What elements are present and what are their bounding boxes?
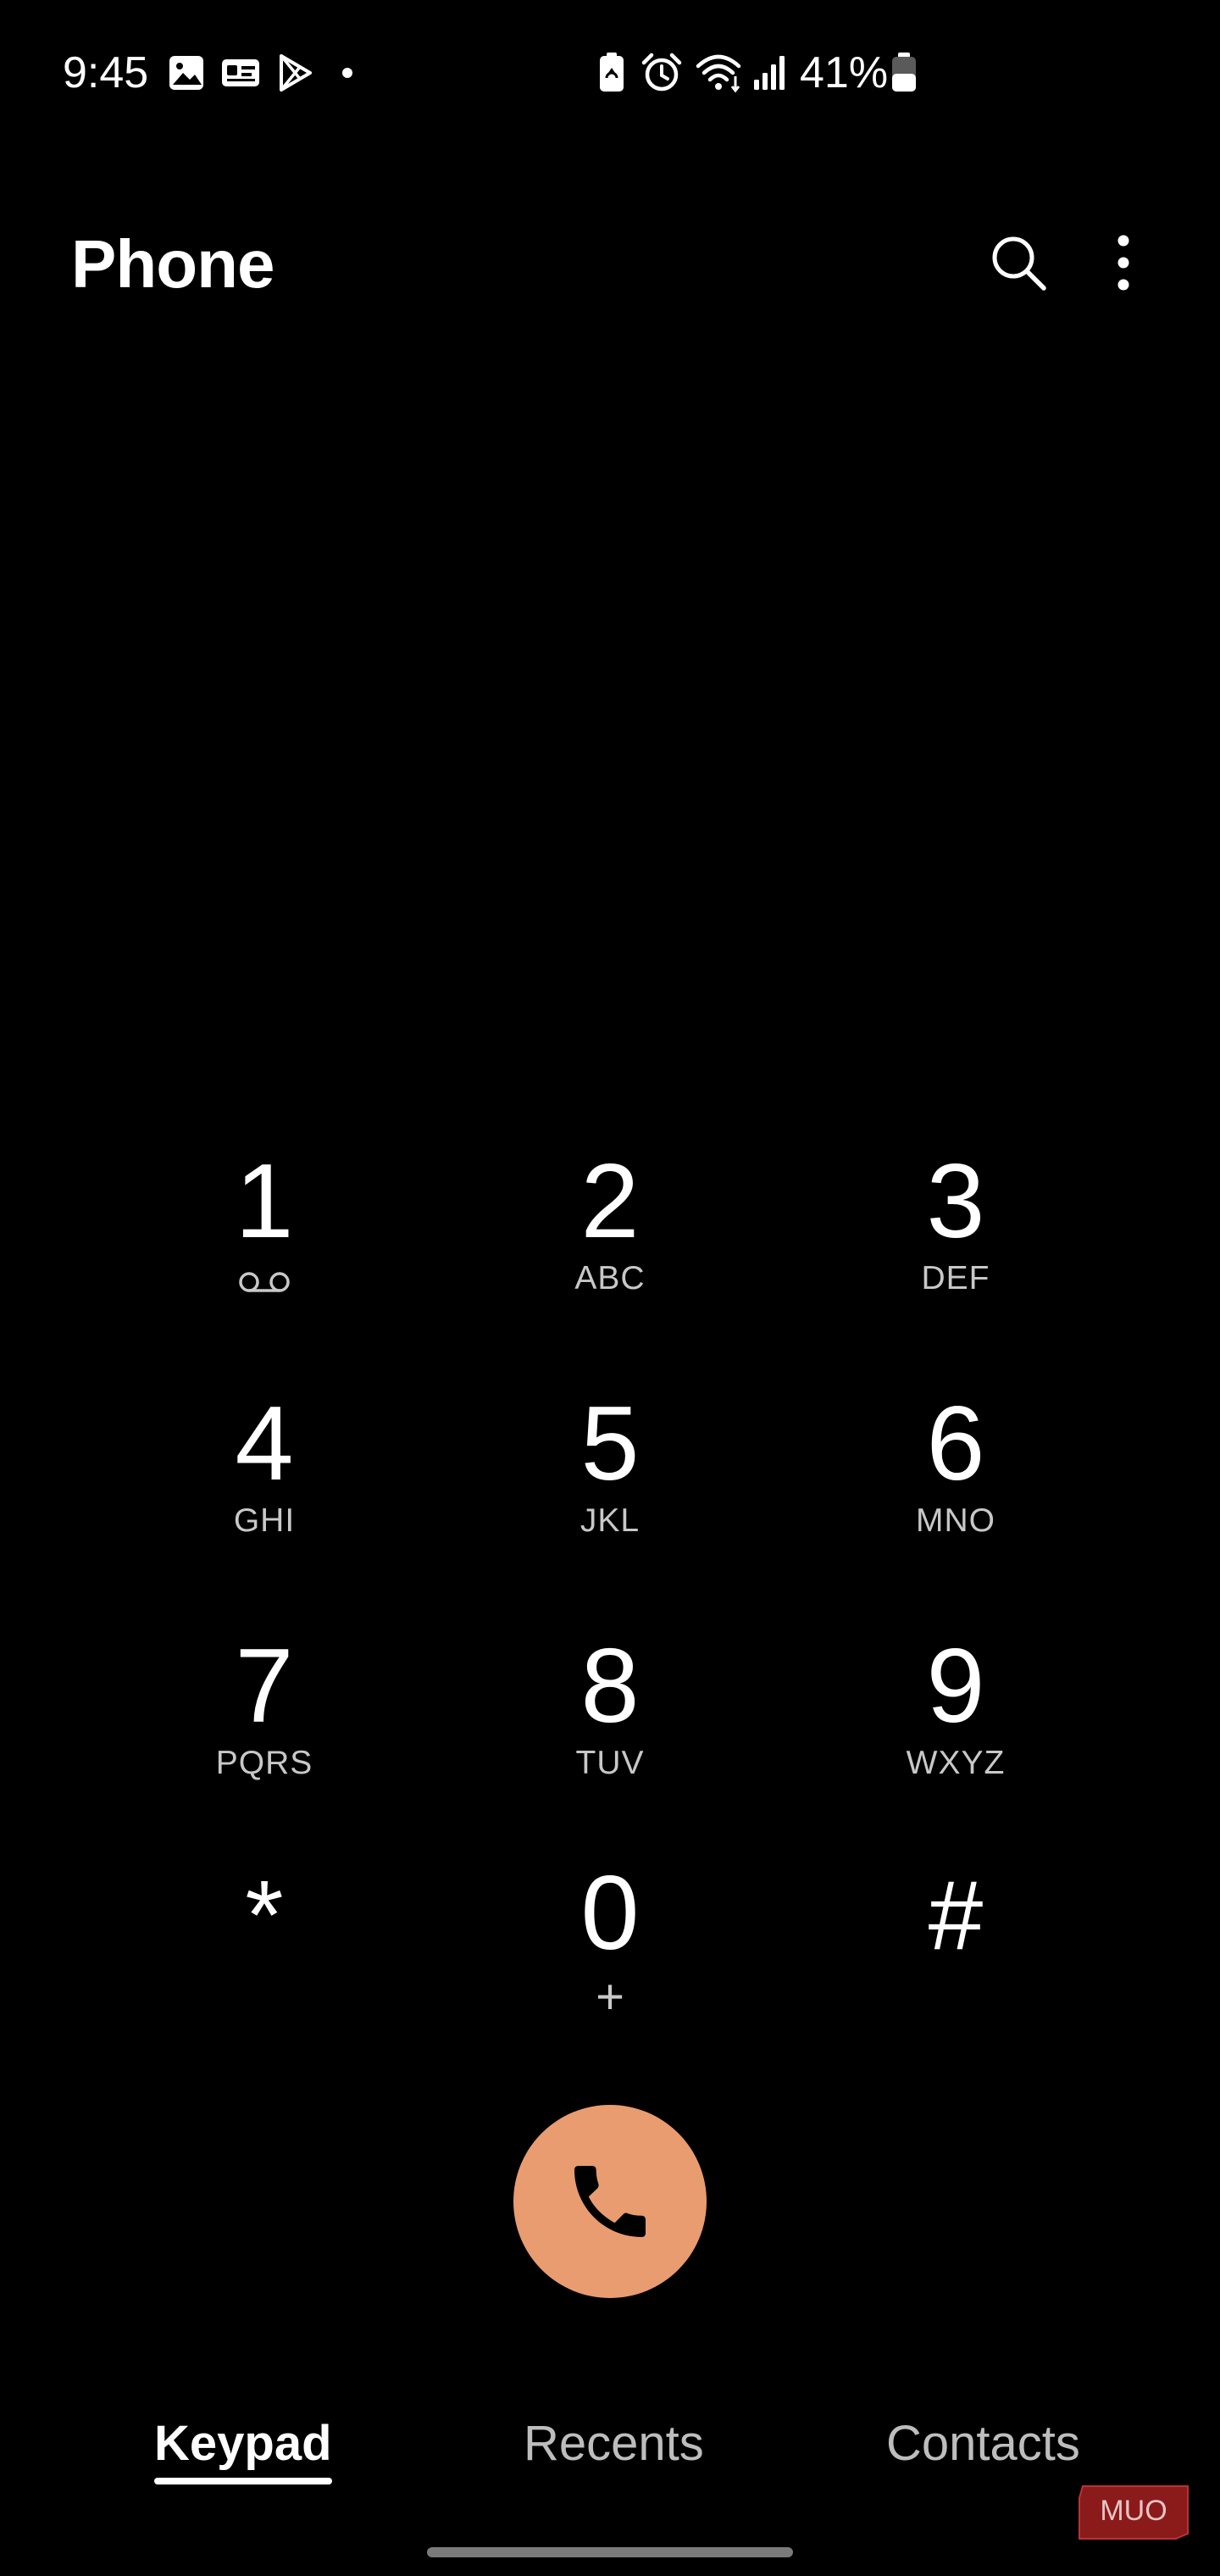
key-digit: 0: [580, 1855, 640, 1972]
key-7[interactable]: 7 PQRS: [129, 1610, 400, 1813]
key-hash[interactable]: #: [820, 1837, 1091, 2040]
page-title: Phone: [71, 226, 274, 302]
voicemail-icon: [239, 1272, 290, 1292]
key-digit: 1: [235, 1143, 294, 1260]
status-time: 9:45: [63, 48, 149, 97]
key-6[interactable]: 6 MNO: [820, 1368, 1091, 1571]
key-plus: +: [596, 1969, 624, 2024]
battery-saver-icon: [600, 53, 624, 92]
key-letters: WXYZ: [906, 1745, 1006, 1781]
key-8[interactable]: 8 TUV: [474, 1610, 746, 1813]
key-symbol: #: [928, 1860, 984, 1970]
battery-percentage: 41%: [800, 48, 889, 97]
home-indicator[interactable]: [427, 2547, 793, 2557]
key-letters: MNO: [916, 1502, 995, 1539]
phone-icon: [574, 2166, 646, 2237]
key-digit: 6: [926, 1385, 985, 1502]
signal-icon: [754, 56, 785, 90]
battery-icon: [892, 53, 916, 92]
key-4[interactable]: 4 GHI: [129, 1368, 400, 1571]
key-letters: PQRS: [215, 1745, 313, 1781]
key-letters: JKL: [580, 1502, 640, 1539]
key-digit: 4: [235, 1385, 294, 1502]
key-0[interactable]: 0 +: [474, 1837, 746, 2040]
key-3[interactable]: 3 DEF: [820, 1125, 1091, 1329]
search-icon: [992, 236, 1046, 291]
id-card-icon: [222, 59, 259, 86]
key-symbol: *: [245, 1860, 284, 1970]
status-bar: 9:45 41%: [0, 0, 1220, 144]
key-2[interactable]: 2 ABC: [474, 1125, 746, 1329]
more-options-button[interactable]: [1081, 220, 1166, 305]
key-star[interactable]: *: [129, 1837, 400, 2040]
tab-recents[interactable]: Recents: [524, 2413, 704, 2498]
key-letters: TUV: [575, 1745, 645, 1781]
play-store-icon: [280, 54, 312, 92]
key-letters: ABC: [574, 1260, 646, 1296]
tab-label: Contacts: [886, 2416, 1080, 2471]
more-options-icon: [1117, 235, 1129, 291]
key-letters: DEF: [921, 1260, 990, 1296]
watermark-logo: MUO: [1079, 2485, 1189, 2540]
key-digit: 7: [235, 1628, 294, 1745]
key-digit: 5: [580, 1385, 640, 1502]
key-digit: 9: [926, 1628, 985, 1745]
watermark-text: MUO: [1100, 2495, 1167, 2527]
key-5[interactable]: 5 JKL: [474, 1368, 746, 1571]
gallery-icon: [169, 56, 203, 90]
wifi-icon: [696, 54, 741, 93]
active-tab-indicator: [154, 2478, 332, 2484]
key-digit: 8: [580, 1628, 640, 1745]
tab-contacts[interactable]: Contacts: [886, 2413, 1080, 2498]
tab-keypad[interactable]: Keypad: [154, 2413, 332, 2498]
call-button[interactable]: [513, 2105, 707, 2298]
dot-icon: [342, 68, 352, 78]
key-9[interactable]: 9 WXYZ: [820, 1610, 1091, 1813]
key-1[interactable]: 1: [129, 1125, 400, 1329]
key-digit: 3: [926, 1143, 985, 1260]
alarm-icon: [641, 53, 682, 92]
tab-label: Recents: [524, 2416, 704, 2471]
tab-label: Keypad: [154, 2416, 332, 2471]
key-letters: GHI: [233, 1502, 296, 1539]
key-digit: 2: [580, 1143, 640, 1260]
search-button[interactable]: [976, 220, 1061, 305]
